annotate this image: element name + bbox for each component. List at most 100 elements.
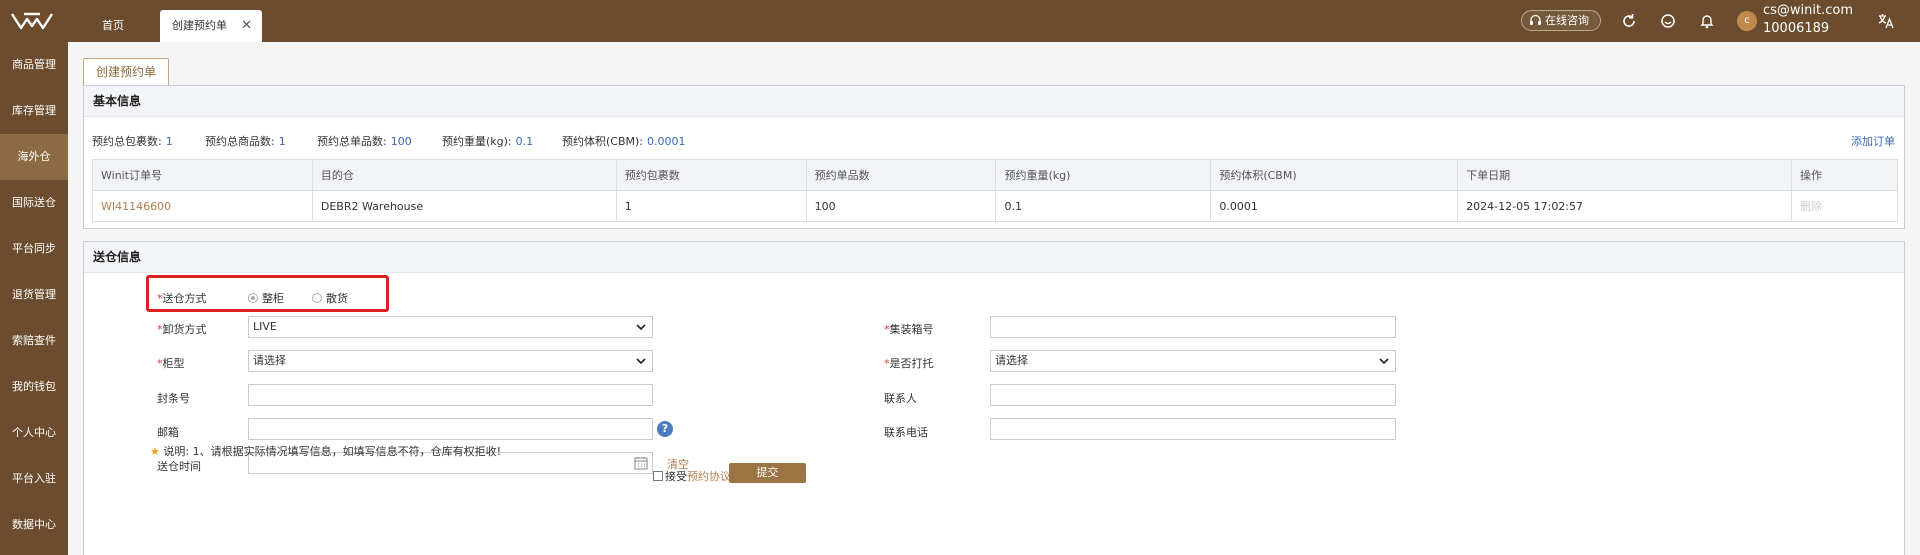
sidebar-item-platform-sync[interactable]: 平台同步 bbox=[0, 226, 68, 272]
column-header: 预约重量(kg) bbox=[995, 159, 1212, 191]
table-cell: 2024-12-05 17:02:57 bbox=[1457, 190, 1792, 222]
email-label: 邮箱 bbox=[157, 426, 179, 439]
order-number-link[interactable]: WI41146600 bbox=[92, 190, 313, 222]
stat-volume: 预约体积(CBM): 0.0001 bbox=[562, 133, 686, 149]
smile-icon[interactable] bbox=[1659, 12, 1677, 30]
stat-total-products: 预约总商品数: 1 bbox=[205, 133, 286, 149]
stat-value: 0.0001 bbox=[647, 135, 686, 148]
sidebar-item-platform-onboard[interactable]: 平台入驻 bbox=[0, 456, 68, 502]
note-text: ★ 说明: 1、请根据实际情况填写信息，如填写信息不符，仓库有权拒收! bbox=[150, 443, 501, 459]
user-email[interactable]: cs@winit.com bbox=[1763, 3, 1853, 18]
sidebar-item-returns[interactable]: 退货管理 bbox=[0, 272, 68, 318]
table-row: WI41146600 DEBR2 Warehouse 1 100 0.1 0.0… bbox=[92, 190, 1899, 222]
chevron-down-icon bbox=[636, 358, 646, 365]
radio-bulk-cargo[interactable]: 散货 bbox=[312, 290, 348, 306]
star-icon: ★ bbox=[150, 445, 160, 458]
sidebar-item-wallet[interactable]: 我的钱包 bbox=[0, 364, 68, 410]
unload-method-select[interactable]: LIVE bbox=[248, 316, 653, 338]
phone-label: 联系电话 bbox=[884, 426, 928, 439]
stat-value: 1 bbox=[165, 135, 173, 148]
radio-button[interactable] bbox=[248, 293, 258, 303]
page-tab[interactable]: 创建预约单 bbox=[83, 58, 169, 85]
bell-icon[interactable] bbox=[1698, 12, 1716, 30]
agreement-link[interactable]: 预约协议 bbox=[687, 470, 731, 483]
table-cell: 1 bbox=[615, 190, 807, 222]
cabinet-type-label: *柜型 bbox=[157, 355, 185, 371]
chevron-down-icon bbox=[1379, 358, 1389, 365]
stat-label: 预约总单品数: bbox=[317, 135, 387, 148]
phone-input[interactable] bbox=[990, 418, 1396, 440]
stat-label: 预约重量(kg): bbox=[442, 135, 512, 148]
note-prefix: 说明: bbox=[163, 445, 190, 458]
submit-button[interactable]: 提交 bbox=[729, 463, 806, 483]
contact-input[interactable] bbox=[990, 384, 1396, 406]
orders-table: Winit订单号 目的仓 预约包裹数 预约单品数 预约重量(kg) 预约体积(C… bbox=[92, 159, 1899, 222]
sidebar-item-claims[interactable]: 索赔查件 bbox=[0, 318, 68, 364]
sidebar-item-inventory[interactable]: 库存管理 bbox=[0, 88, 68, 134]
label-text: 送仓方式 bbox=[162, 292, 207, 305]
delivery-time-label: 送仓时间 bbox=[157, 460, 201, 473]
sidebar-item-overseas-warehouse[interactable]: 海外仓 bbox=[0, 134, 68, 180]
table-cell: DEBR2 Warehouse bbox=[311, 190, 617, 222]
pallet-select[interactable]: 请选择 bbox=[990, 350, 1396, 372]
delete-button[interactable]: 删除 bbox=[1790, 190, 1899, 222]
email-input[interactable] bbox=[248, 418, 653, 440]
refresh-icon[interactable] bbox=[1620, 12, 1638, 30]
column-header: Winit订单号 bbox=[92, 159, 313, 191]
help-icon[interactable]: ? bbox=[657, 421, 673, 437]
column-header: 目的仓 bbox=[311, 159, 617, 191]
basic-info-panel: 基本信息 预约总包裹数: 1 预约总商品数: 1 预约总单品数: 100 预约重量(k… bbox=[83, 85, 1905, 229]
sidebar-item-data-center[interactable]: 数据中心 bbox=[0, 502, 68, 548]
stat-value: 1 bbox=[278, 135, 286, 148]
basic-info-title: 基本信息 bbox=[84, 86, 1904, 117]
select-value: LIVE bbox=[253, 320, 277, 333]
avatar[interactable]: c bbox=[1737, 11, 1757, 31]
tab-label: 创建预约单 bbox=[172, 19, 227, 32]
label-text: 是否打托 bbox=[889, 357, 934, 370]
radio-label: 整柜 bbox=[262, 292, 284, 305]
cabinet-type-select[interactable]: 请选择 bbox=[248, 350, 653, 372]
accept-checkbox[interactable] bbox=[653, 471, 663, 481]
sidebar-item-profile[interactable]: 个人中心 bbox=[0, 410, 68, 456]
pallet-label: *是否打托 bbox=[884, 355, 934, 371]
tab-home[interactable]: 首页 bbox=[102, 10, 142, 42]
translate-icon[interactable] bbox=[1877, 12, 1895, 30]
table-cell: 0.0001 bbox=[1210, 190, 1459, 222]
stat-value: 100 bbox=[390, 135, 412, 148]
table-cell: 0.1 bbox=[995, 190, 1212, 222]
top-bar: 首页 创建预约单 ✕ 在线咨询 c cs@winit.com 10006189 bbox=[0, 0, 1920, 42]
stat-total-packages: 预约总包裹数: 1 bbox=[92, 133, 173, 149]
calendar-icon[interactable] bbox=[634, 456, 648, 470]
radio-label: 散货 bbox=[326, 292, 348, 305]
accept-label: 接受 bbox=[665, 470, 687, 483]
winit-logo[interactable] bbox=[10, 10, 54, 32]
container-number-label: *集装箱号 bbox=[884, 321, 934, 337]
stat-label: 预约总商品数: bbox=[205, 135, 275, 148]
delivery-info-panel: 送仓信息 *送仓方式 整柜 散货 *卸货方式 LIVE *柜型 请选择 封条号 bbox=[83, 241, 1905, 555]
headset-icon bbox=[1530, 14, 1541, 25]
accept-agreement: 接受预约协议 bbox=[653, 468, 731, 484]
stat-value: 0.1 bbox=[515, 135, 534, 148]
radio-button[interactable] bbox=[312, 293, 322, 303]
select-value: 请选择 bbox=[253, 354, 286, 367]
sidebar-item-intl-delivery[interactable]: 国际送仓 bbox=[0, 180, 68, 226]
sidebar: 商品管理 库存管理 海外仓 国际送仓 平台同步 退货管理 索赔查件 我的钱包 个… bbox=[0, 42, 68, 555]
column-header: 下单日期 bbox=[1457, 159, 1792, 191]
online-consult-button[interactable]: 在线咨询 bbox=[1521, 10, 1601, 31]
table-header-row: Winit订单号 目的仓 预约包裹数 预约单品数 预约重量(kg) 预约体积(C… bbox=[92, 159, 1899, 191]
seal-number-label: 封条号 bbox=[157, 392, 190, 405]
sidebar-item-product[interactable]: 商品管理 bbox=[0, 42, 68, 88]
add-order-link[interactable]: 添加订单 bbox=[1851, 133, 1895, 149]
column-header: 预约体积(CBM) bbox=[1210, 159, 1459, 191]
tab-create-appointment[interactable]: 创建预约单 ✕ bbox=[160, 10, 262, 42]
close-icon[interactable]: ✕ bbox=[241, 10, 252, 42]
label-text: 卸货方式 bbox=[162, 323, 207, 336]
seal-number-input[interactable] bbox=[248, 384, 653, 406]
column-header: 预约包裹数 bbox=[615, 159, 807, 191]
select-value: 请选择 bbox=[995, 354, 1028, 367]
container-number-input[interactable] bbox=[990, 316, 1396, 338]
radio-full-container[interactable]: 整柜 bbox=[248, 290, 284, 306]
stat-label: 预约总包裹数: bbox=[92, 135, 162, 148]
note-content: 1、请根据实际情况填写信息，如填写信息不符，仓库有权拒收! bbox=[192, 445, 501, 458]
user-id: 10006189 bbox=[1763, 21, 1830, 36]
